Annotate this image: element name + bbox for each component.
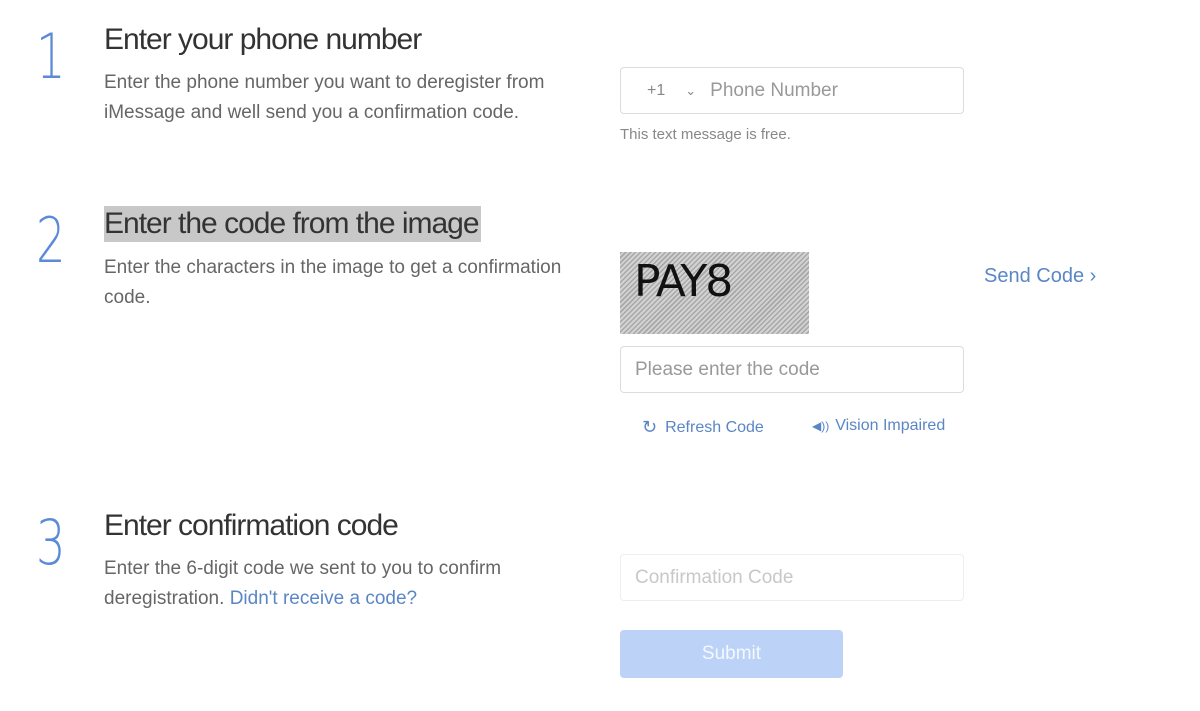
captcha-field: [620, 346, 964, 393]
didnt-receive-code-link[interactable]: Didn't receive a code?: [230, 588, 417, 609]
captcha-input[interactable]: [635, 358, 963, 381]
refresh-icon: ↻: [642, 417, 658, 437]
step-description-1: Enter the phone number you want to dereg…: [104, 72, 545, 123]
country-code-select[interactable]: +1 ⌄: [647, 82, 696, 100]
phone-number-input[interactable]: [710, 79, 963, 102]
submit-button[interactable]: Submit: [620, 630, 843, 678]
refresh-code-label: Refresh Code: [665, 418, 764, 436]
confirmation-code-input[interactable]: [635, 566, 963, 589]
step-number-3: 3: [36, 506, 66, 579]
speaker-icon: ◀)): [812, 419, 830, 433]
country-code-value: +1: [647, 81, 666, 99]
vision-impaired-link[interactable]: ◀)) Vision Impaired: [812, 417, 945, 435]
step-number-2: 2: [36, 204, 66, 277]
phone-field: +1 ⌄: [620, 67, 964, 114]
captcha-image: PAY8: [620, 252, 809, 334]
refresh-code-link[interactable]: ↻ Refresh Code: [642, 417, 764, 438]
step-description-2: Enter the characters in the image to get…: [104, 257, 562, 308]
send-code-link[interactable]: Send Code ›: [984, 265, 1096, 288]
step-title-2: Enter the code from the image: [104, 206, 481, 242]
chevron-down-icon: ⌄: [685, 82, 697, 98]
free-message-note: This text message is free.: [620, 126, 791, 143]
step-number-1: 1: [36, 20, 66, 93]
captcha-text: PAY8: [634, 256, 733, 307]
step-description-3: Enter the 6-digit code we sent to you to…: [104, 554, 584, 614]
vision-impaired-label: Vision Impaired: [835, 417, 946, 434]
step-title-3: Enter confirmation code: [104, 509, 399, 542]
step-title-1: Enter your phone number: [104, 23, 422, 56]
confirmation-field: [620, 554, 964, 601]
